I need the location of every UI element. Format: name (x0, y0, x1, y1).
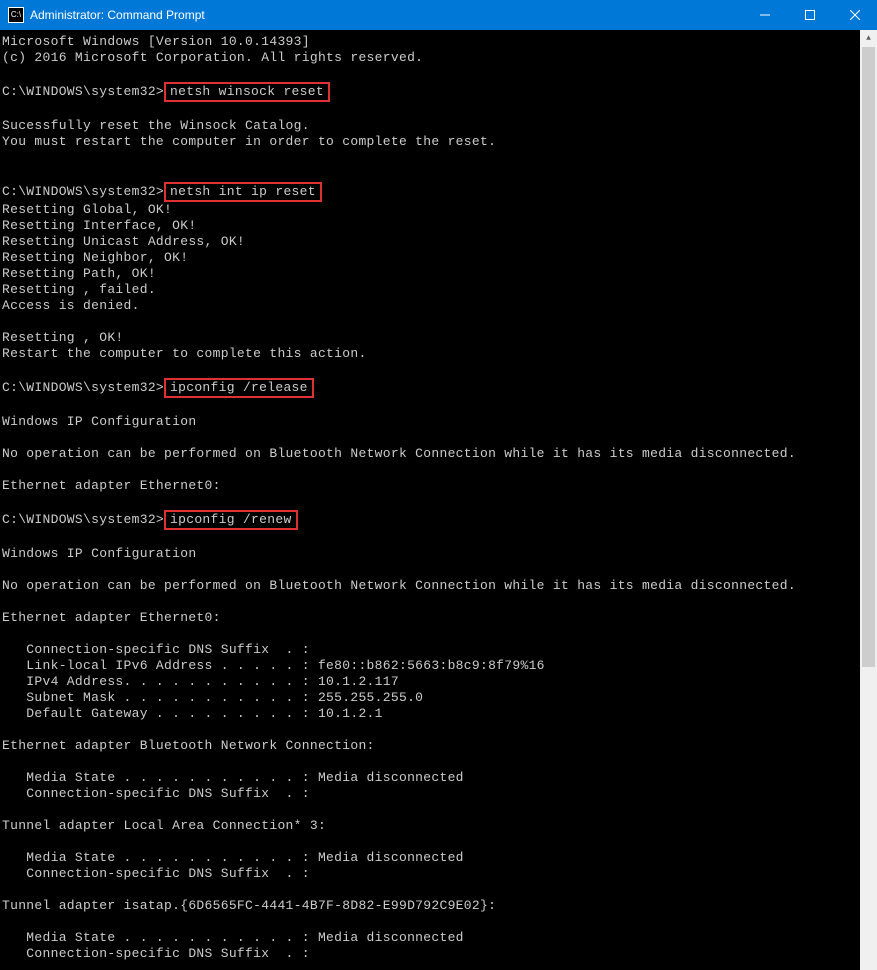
window-title: Administrator: Command Prompt (30, 8, 205, 22)
command-highlight: ipconfig /release (164, 378, 314, 398)
output-line: Tunnel adapter Local Area Connection* 3: (2, 818, 860, 834)
output-line (2, 882, 860, 898)
output-line: (c) 2016 Microsoft Corporation. All righ… (2, 50, 860, 66)
prompt-text: C:\WINDOWS\system32> (2, 380, 164, 395)
scroll-track[interactable] (860, 47, 877, 970)
prompt-line: C:\WINDOWS\system32>ipconfig /release (2, 378, 860, 398)
maximize-button[interactable] (787, 0, 832, 30)
scroll-up-icon[interactable]: ▲ (860, 30, 877, 47)
content-area: Microsoft Windows [Version 10.0.14393](c… (0, 30, 877, 970)
output-line (2, 430, 860, 446)
output-line (2, 562, 860, 578)
output-line (2, 802, 860, 818)
output-line: IPv4 Address. . . . . . . . . . . : 10.1… (2, 674, 860, 690)
prompt-text: C:\WINDOWS\system32> (2, 512, 164, 527)
output-line: Ethernet adapter Bluetooth Network Conne… (2, 738, 860, 754)
output-line (2, 314, 860, 330)
output-line: No operation can be performed on Bluetoo… (2, 446, 860, 462)
output-line: Connection-specific DNS Suffix . : (2, 642, 860, 658)
command-highlight: netsh int ip reset (164, 182, 322, 202)
output-line: Access is denied. (2, 298, 860, 314)
output-line: Tunnel adapter isatap.{6D6565FC-4441-4B7… (2, 898, 860, 914)
prompt-text: C:\WINDOWS\system32> (2, 184, 164, 199)
output-line: Windows IP Configuration (2, 414, 860, 430)
output-line: Connection-specific DNS Suffix . : (2, 946, 860, 962)
output-line (2, 594, 860, 610)
output-line: Microsoft Windows [Version 10.0.14393] (2, 34, 860, 50)
output-line: Link-local IPv6 Address . . . . . : fe80… (2, 658, 860, 674)
output-line (2, 914, 860, 930)
output-line: Resetting Global, OK! (2, 202, 860, 218)
output-line: You must restart the computer in order t… (2, 134, 860, 150)
output-line (2, 626, 860, 642)
output-line: Subnet Mask . . . . . . . . . . . : 255.… (2, 690, 860, 706)
prompt-line: C:\WINDOWS\system32>ipconfig /renew (2, 510, 860, 530)
cmd-icon: C:\ (8, 7, 24, 23)
titlebar[interactable]: C:\ Administrator: Command Prompt (0, 0, 877, 30)
output-line (2, 166, 860, 182)
output-line: Default Gateway . . . . . . . . . : 10.1… (2, 706, 860, 722)
output-line (2, 722, 860, 738)
output-line: Resetting , OK! (2, 330, 860, 346)
output-line: Media State . . . . . . . . . . . : Medi… (2, 930, 860, 946)
prompt-text: C:\WINDOWS\system32> (2, 84, 164, 99)
output-line: Ethernet adapter Ethernet0: (2, 610, 860, 626)
output-line: Restart the computer to complete this ac… (2, 346, 860, 362)
output-line: Resetting Interface, OK! (2, 218, 860, 234)
close-button[interactable] (832, 0, 877, 30)
output-line (2, 962, 860, 970)
output-line: No operation can be performed on Bluetoo… (2, 578, 860, 594)
prompt-line: C:\WINDOWS\system32>netsh int ip reset (2, 182, 860, 202)
minimize-button[interactable] (742, 0, 787, 30)
command-highlight: netsh winsock reset (164, 82, 330, 102)
command-prompt-window: C:\ Administrator: Command Prompt Micros… (0, 0, 877, 970)
output-line (2, 150, 860, 166)
output-line (2, 398, 860, 414)
prompt-line: C:\WINDOWS\system32>netsh winsock reset (2, 82, 860, 102)
output-line: Connection-specific DNS Suffix . : (2, 866, 860, 882)
output-line (2, 754, 860, 770)
output-line (2, 834, 860, 850)
output-line: Resetting Unicast Address, OK! (2, 234, 860, 250)
output-line (2, 102, 860, 118)
output-line: Windows IP Configuration (2, 546, 860, 562)
scrollbar-vertical[interactable]: ▲ ▼ (860, 30, 877, 970)
scroll-thumb[interactable] (862, 47, 875, 667)
output-line (2, 362, 860, 378)
command-highlight: ipconfig /renew (164, 510, 298, 530)
output-line (2, 66, 860, 82)
output-line: Media State . . . . . . . . . . . : Medi… (2, 770, 860, 786)
output-line: Resetting , failed. (2, 282, 860, 298)
output-line (2, 530, 860, 546)
terminal-output[interactable]: Microsoft Windows [Version 10.0.14393](c… (0, 30, 860, 970)
output-line: Resetting Path, OK! (2, 266, 860, 282)
output-line (2, 494, 860, 510)
output-line: Sucessfully reset the Winsock Catalog. (2, 118, 860, 134)
output-line: Ethernet adapter Ethernet0: (2, 478, 860, 494)
output-line: Connection-specific DNS Suffix . : (2, 786, 860, 802)
output-line: Media State . . . . . . . . . . . : Medi… (2, 850, 860, 866)
output-line: Resetting Neighbor, OK! (2, 250, 860, 266)
output-line (2, 462, 860, 478)
